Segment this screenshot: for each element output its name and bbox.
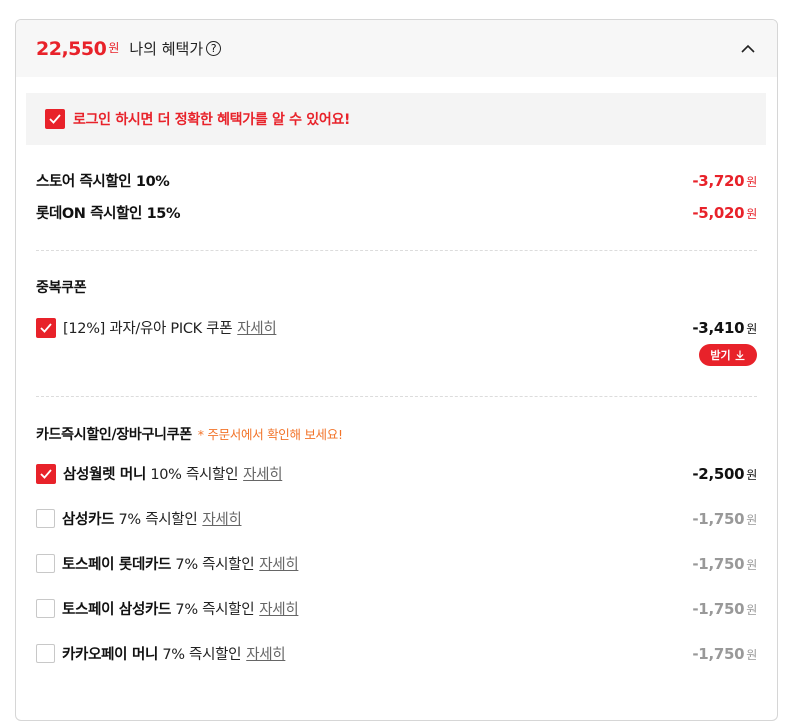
card-detail-link[interactable]: 자세히 <box>243 467 282 483</box>
card-label: 삼성월렛 머니 10% 즉시할인 자세히 <box>63 467 283 483</box>
card-amount: -1,750 원 <box>692 644 757 663</box>
card-label: 토스페이 롯데카드 7% 즉시할인 자세히 <box>62 557 299 573</box>
chevron-up-icon[interactable] <box>739 40 757 58</box>
login-notice-text[interactable]: 로그인 하시면 더 정확한 혜택가를 알 수 있어요! <box>73 109 350 129</box>
card-label: 토스페이 삼성카드 7% 즉시할인 자세히 <box>62 602 299 618</box>
section-divider <box>36 250 757 251</box>
card-checkbox[interactable] <box>36 463 56 484</box>
card-discount-row[interactable]: 토스페이 삼성카드 7% 즉시할인 자세히 -1,750 원 <box>36 598 757 619</box>
download-icon <box>735 350 745 361</box>
card-detail-link[interactable]: 자세히 <box>246 647 285 663</box>
duplicate-coupon-title: 중복쿠폰 <box>36 280 87 296</box>
benefit-title: 나의 혜택가 <box>129 40 204 58</box>
card-checkbox[interactable] <box>36 509 55 528</box>
card-section-note: * 주문서에서 확인해 보세요! <box>197 427 343 442</box>
discount-amount: -3,720 원 <box>692 171 757 190</box>
discount-label: 롯데ON 즉시할인 15% <box>36 206 181 222</box>
checkbox-checked-icon <box>45 109 65 129</box>
coupon-label: [12%] 과자/유아 PICK 쿠폰 자세히 <box>63 321 277 337</box>
card-label: 삼성카드 7% 즉시할인 자세히 <box>62 512 242 528</box>
discount-label: 스토어 즉시할인 10% <box>36 174 170 190</box>
instant-discount-row: 롯데ON 즉시할인 15% -5,020 원 <box>36 202 757 223</box>
card-discount-row[interactable]: 삼성월렛 머니 10% 즉시할인 자세히 -2,500 원 <box>36 463 757 484</box>
card-detail-link[interactable]: 자세히 <box>202 512 241 528</box>
card-label: 카카오페이 머니 7% 즉시할인 자세히 <box>62 647 286 663</box>
card-amount: -2,500 원 <box>692 464 757 483</box>
section-divider <box>36 396 757 397</box>
card-detail-link[interactable]: 자세히 <box>259 557 298 573</box>
price-won-unit: 원 <box>108 41 120 55</box>
coupon-detail-link[interactable]: 자세히 <box>237 321 276 337</box>
card-checkbox[interactable] <box>36 554 55 573</box>
card-discount-row[interactable]: 카카오페이 머니 7% 즉시할인 자세히 -1,750 원 <box>36 643 757 664</box>
benefit-header[interactable]: 22,550 원 나의 혜택가 ? <box>16 20 777 77</box>
coupon-checkbox[interactable] <box>36 317 56 338</box>
help-icon[interactable]: ? <box>206 41 222 56</box>
coupon-amount: -3,410 원 <box>692 318 757 337</box>
receive-coupon-button[interactable]: 받기 <box>699 344 757 366</box>
coupon-row[interactable]: [12%] 과자/유아 PICK 쿠폰 자세히 -3,410 원 <box>36 317 757 338</box>
card-discount-row[interactable]: 토스페이 롯데카드 7% 즉시할인 자세히 -1,750 원 <box>36 553 757 574</box>
card-detail-link[interactable]: 자세히 <box>259 602 298 618</box>
card-section-title: 카드즉시할인/장바구니쿠폰 * 주문서에서 확인해 보세요! <box>36 427 343 443</box>
login-notice: 로그인 하시면 더 정확한 혜택가를 알 수 있어요! <box>26 93 766 145</box>
instant-discount-row: 스토어 즉시할인 10% -3,720 원 <box>36 170 757 191</box>
discount-amount: -5,020 원 <box>692 203 757 222</box>
benefit-price: 22,550 <box>36 37 107 60</box>
card-checkbox[interactable] <box>36 599 55 618</box>
benefit-panel: 22,550 원 나의 혜택가 ? 로그인 하시면 더 정확한 혜택가를 알 수… <box>15 19 778 721</box>
card-checkbox[interactable] <box>36 644 55 663</box>
card-discount-row[interactable]: 삼성카드 7% 즉시할인 자세히 -1,750 원 <box>36 508 757 529</box>
card-amount: -1,750 원 <box>692 509 757 528</box>
card-amount: -1,750 원 <box>692 554 757 573</box>
card-amount: -1,750 원 <box>692 599 757 618</box>
